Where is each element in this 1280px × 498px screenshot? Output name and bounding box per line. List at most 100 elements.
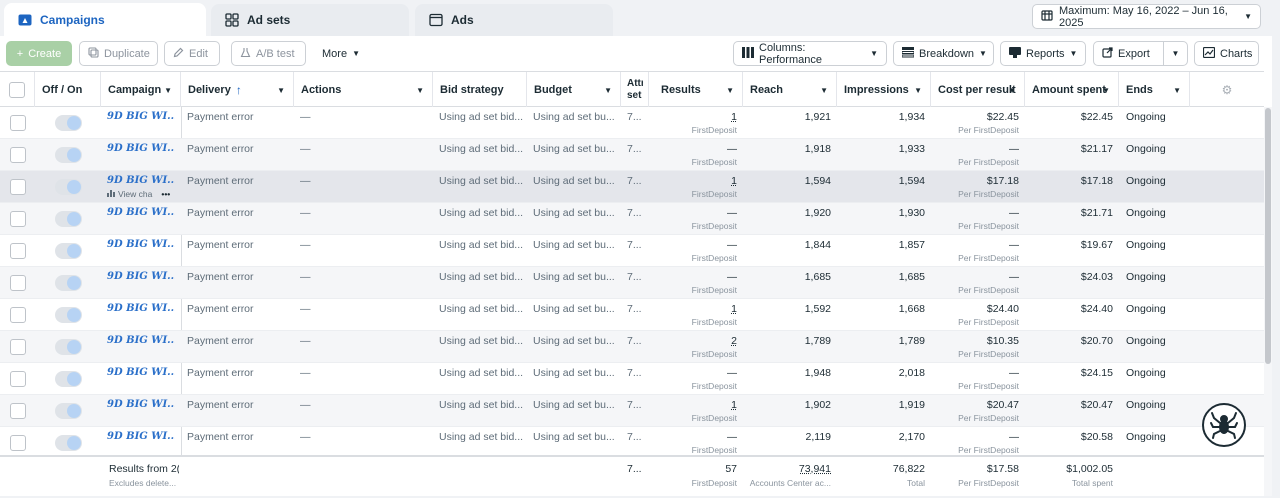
column-header-campaign[interactable]: Campaign ▼	[101, 72, 181, 107]
row-checkbox[interactable]	[10, 179, 26, 195]
column-header-budget[interactable]: Budget ▼	[527, 72, 621, 107]
row-checkbox[interactable]	[10, 115, 26, 131]
row-checkbox[interactable]	[10, 211, 26, 227]
select-all-checkbox[interactable]	[9, 81, 25, 98]
breakdown-button[interactable]: Breakdown ▼	[893, 41, 994, 66]
results-type: FirstDeposit	[691, 125, 737, 135]
results-value[interactable]: 1	[731, 399, 737, 411]
column-header-attribution[interactable]: Attr set	[621, 72, 649, 107]
table-row[interactable]: 9D BIG WI... Payment error — Using ad set b…	[0, 363, 1264, 395]
row-select-cell	[0, 331, 35, 363]
table-row[interactable]: 9D BIG WI... Payment error — Using ad set b…	[0, 299, 1264, 331]
campaign-name-link[interactable]: 9D BIG WI...	[107, 175, 175, 186]
summary-reach[interactable]: 73,941	[799, 463, 831, 475]
campaign-name-link[interactable]: 9D BIG WI...	[107, 111, 175, 122]
column-header-cost-per-result[interactable]: Cost per result ▼	[931, 72, 1025, 107]
table-row[interactable]: 9D BIG WI... Payment error — Using ad set b…	[0, 331, 1264, 363]
more-button[interactable]: More ▼	[313, 41, 369, 66]
actions-value: —	[300, 271, 311, 283]
campaign-toggle[interactable]	[55, 179, 82, 195]
column-header-amount-spent[interactable]: Amount spent ▼	[1025, 72, 1119, 107]
row-checkbox[interactable]	[10, 243, 26, 259]
table-row[interactable]: 9D BIG WI... Payment error — Using ad set b…	[0, 427, 1264, 455]
duplicate-button[interactable]: Duplicate	[79, 41, 158, 66]
tab-ads[interactable]: Ads	[415, 4, 613, 36]
campaign-name-link[interactable]: 9D BIG WI...	[107, 303, 175, 314]
column-header-bid-strategy[interactable]: Bid strategy	[433, 72, 527, 107]
campaign-name-link[interactable]: 9D BIG WI...	[107, 271, 175, 282]
campaign-name-link[interactable]: 9D BIG WI...	[107, 335, 175, 346]
reports-button[interactable]: Reports ▼	[1000, 41, 1086, 66]
campaign-cell: 9D BIG WI...	[101, 203, 181, 235]
column-header-results[interactable]: Results ▼	[649, 72, 743, 107]
row-checkbox[interactable]	[10, 339, 26, 355]
toggle-cell	[35, 107, 101, 139]
campaign-name-link[interactable]: 9D BIG WI...	[107, 207, 175, 218]
settings-gear-icon[interactable]: ⚙	[1222, 83, 1233, 97]
table-row[interactable]: 9D BIG WI... Payment error — Using ad set b…	[0, 395, 1264, 427]
table-row[interactable]: 9D BIG WI... Payment error — Using ad set b…	[0, 203, 1264, 235]
date-range-picker[interactable]: Maximum: May 16, 2022 – Jun 16, 2025 ▼	[1032, 4, 1261, 29]
campaign-toggle[interactable]	[55, 435, 82, 451]
view-charts-link[interactable]: View cha •••	[107, 189, 170, 199]
campaign-name-link[interactable]: 9D BIG WI...	[107, 431, 175, 442]
budget-cell: Using ad set bu...	[527, 171, 621, 203]
cost-per-result-value: —	[1008, 207, 1020, 219]
column-header-impressions[interactable]: Impressions ▼	[837, 72, 931, 107]
results-value[interactable]: 1	[731, 303, 737, 315]
results-type: FirstDeposit	[691, 253, 737, 263]
table-row[interactable]: 9D BIG WI... View cha ••• Payment error — Usi…	[0, 171, 1264, 203]
charts-button[interactable]: Charts	[1194, 41, 1259, 66]
row-checkbox[interactable]	[10, 307, 26, 323]
more-options-icon[interactable]: •••	[161, 189, 170, 199]
campaign-toggle[interactable]	[55, 307, 82, 323]
export-button[interactable]: Export	[1093, 41, 1164, 66]
row-checkbox[interactable]	[10, 403, 26, 419]
summary-spent-cell: $1,002.05 Total spent	[1025, 457, 1119, 497]
table-row[interactable]: 9D BIG WI... Payment error — Using ad set b…	[0, 107, 1264, 139]
campaign-toggle[interactable]	[55, 275, 82, 291]
campaign-name-link[interactable]: 9D BIG WI...	[107, 143, 175, 154]
row-checkbox[interactable]	[10, 371, 26, 387]
export-dropdown-button[interactable]: ▼	[1163, 41, 1188, 66]
campaign-toggle[interactable]	[55, 403, 82, 419]
reach-cell: 1,789	[743, 331, 837, 363]
campaign-name-link[interactable]: 9D BIG WI...	[107, 399, 175, 410]
attr-cell: 7...	[621, 203, 649, 235]
campaign-toggle[interactable]	[55, 211, 82, 227]
table-row[interactable]: 9D BIG WI... Payment error — Using ad set b…	[0, 267, 1264, 299]
amount-spent-value: $17.18	[1080, 175, 1113, 187]
campaign-name-link[interactable]: 9D BIG WI...	[107, 239, 175, 250]
column-header-off-on[interactable]: Off / On	[35, 72, 101, 107]
budget-value: Using ad set bu...	[533, 175, 615, 187]
column-header-actions[interactable]: Actions ▼	[294, 72, 433, 107]
reach-cell: 1,920	[743, 203, 837, 235]
columns-button[interactable]: Columns: Performance ▼	[733, 41, 887, 66]
row-checkbox[interactable]	[10, 275, 26, 291]
results-value[interactable]: 1	[731, 175, 737, 187]
tab-campaigns[interactable]: Campaigns	[4, 3, 206, 37]
results-value[interactable]: 2	[731, 335, 737, 347]
table-row[interactable]: 9D BIG WI... Payment error — Using ad set b…	[0, 139, 1264, 171]
tab-ad-sets[interactable]: Ad sets	[211, 4, 409, 36]
row-checkbox[interactable]	[10, 435, 26, 451]
edit-button[interactable]: Edit	[164, 41, 220, 66]
header-label: Amount spent	[1032, 83, 1106, 96]
row-checkbox[interactable]	[10, 147, 26, 163]
campaign-cell: 9D BIG WI... View cha •••	[101, 171, 181, 203]
campaign-toggle[interactable]	[55, 147, 82, 163]
campaign-toggle[interactable]	[55, 115, 82, 131]
campaign-toggle[interactable]	[55, 371, 82, 387]
ab-test-button[interactable]: A/B test	[231, 41, 306, 66]
column-header-reach[interactable]: Reach ▼	[743, 72, 837, 107]
table-row[interactable]: 9D BIG WI... Payment error — Using ad set b…	[0, 235, 1264, 267]
campaign-toggle[interactable]	[55, 243, 82, 259]
campaign-toggle[interactable]	[55, 339, 82, 355]
scrollbar-thumb[interactable]	[1265, 108, 1271, 364]
campaign-name-link[interactable]: 9D BIG WI...	[107, 367, 175, 378]
column-header-delivery[interactable]: Delivery ↑ ▼	[181, 72, 294, 107]
create-button[interactable]: + Create	[6, 41, 72, 66]
column-header-ends[interactable]: Ends ▼	[1119, 72, 1190, 107]
campaign-cell: 9D BIG WI...	[101, 139, 181, 171]
results-value[interactable]: 1	[731, 111, 737, 123]
